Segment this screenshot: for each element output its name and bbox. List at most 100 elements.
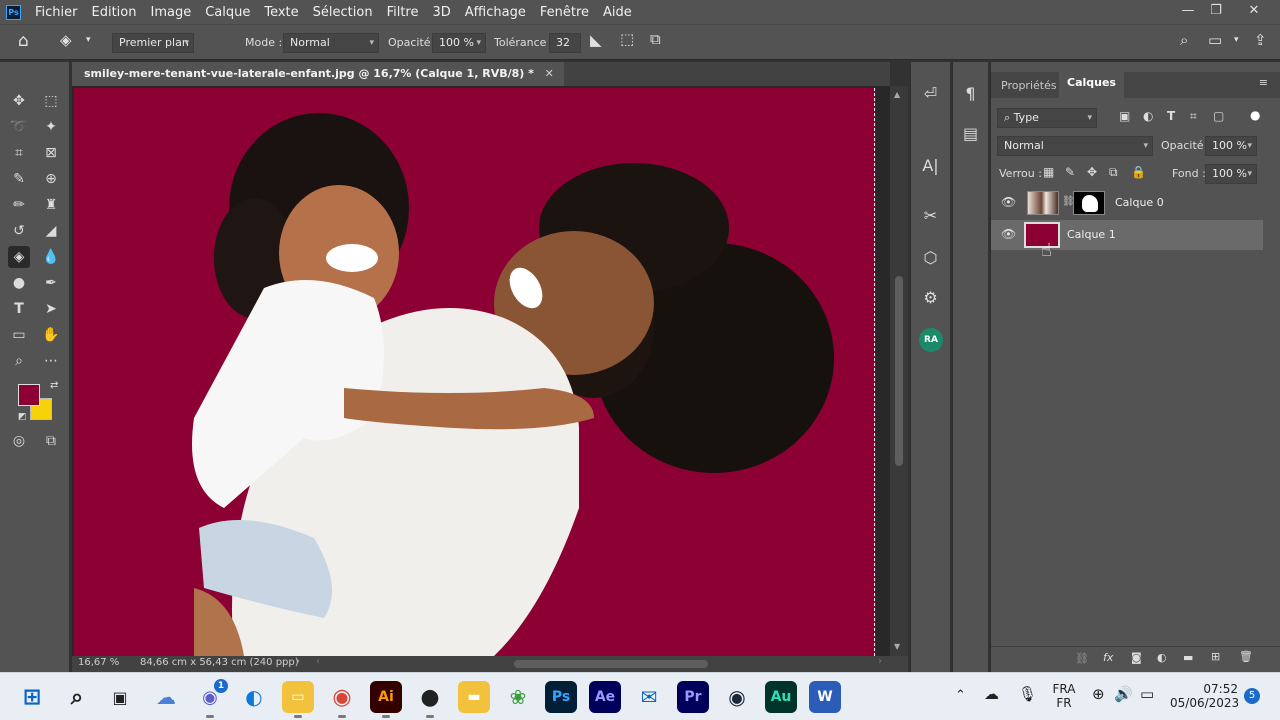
vertical-scrollbar[interactable]: ▲ ▼ <box>890 86 908 656</box>
panel-menu-icon[interactable]: ≡ <box>1259 76 1268 89</box>
screen-mode-icon[interactable]: ⧉ <box>40 430 62 452</box>
language-indicator[interactable]: FRA FR <box>1050 682 1078 710</box>
crop-tool-icon[interactable]: ⌗ <box>8 142 30 164</box>
after-effects-icon[interactable]: Ae <box>589 681 621 713</box>
scroll-down-icon[interactable]: ▼ <box>894 642 900 651</box>
visibility-eye-icon[interactable]: 👁 <box>1001 227 1016 241</box>
lasso-tool-icon[interactable]: ➰ <box>8 116 30 138</box>
menu-fenetre[interactable]: Fenêtre <box>540 5 589 20</box>
widgets-icon[interactable]: ☁ <box>150 681 182 713</box>
contiguous-icon[interactable]: ⬚ <box>620 32 634 47</box>
adjustments-icon[interactable]: ⚙ <box>911 288 950 307</box>
brush-tool-icon[interactable]: ✏ <box>8 194 30 216</box>
layer-mask-thumbnail[interactable] <box>1073 191 1105 215</box>
search-icon[interactable]: ⌕ <box>1180 33 1188 48</box>
file-explorer-icon[interactable]: ▭ <box>282 681 314 718</box>
word-icon[interactable]: W <box>809 681 841 713</box>
edge-icon[interactable]: ◐ <box>238 681 270 713</box>
plugin-ra-icon[interactable]: RA <box>919 328 943 352</box>
filter-shape-icon[interactable]: ⌗ <box>1190 109 1197 124</box>
menu-edition[interactable]: Edition <box>92 5 137 20</box>
add-mask-icon[interactable]: ◙ <box>1131 651 1142 664</box>
battery-icon[interactable]: ▭ <box>1140 687 1154 702</box>
clock[interactable]: 07:52 05/06/2023 <box>1170 682 1239 710</box>
eyedropper-icon[interactable]: ✎ <box>8 168 30 190</box>
tolerance-input[interactable]: 32 <box>549 33 581 53</box>
audition-icon[interactable]: Au <box>765 681 797 713</box>
swap-colors-icon[interactable]: ⇄ <box>50 380 58 391</box>
frame-tool-icon[interactable]: ⊠ <box>40 142 62 164</box>
link-layers-icon[interactable]: ⛓ <box>1075 652 1089 665</box>
adjustment-layer-icon[interactable]: ◐ <box>1157 651 1167 664</box>
search-icon[interactable]: ⌕ <box>61 681 93 713</box>
default-colors-icon[interactable]: ◩ <box>18 412 27 422</box>
steam-icon[interactable]: ◉ <box>721 681 753 713</box>
paint-bucket-tool-icon[interactable]: ◈ <box>8 246 30 268</box>
new-group-icon[interactable]: ▬ <box>1183 651 1193 664</box>
restore-button[interactable]: ❐ <box>1200 0 1232 24</box>
microphone-icon[interactable]: 🎙 <box>1018 687 1037 702</box>
delete-layer-icon[interactable]: 🗑 <box>1239 650 1253 663</box>
share-icon[interactable]: ⇪ <box>1254 33 1267 48</box>
menu-aide[interactable]: Aide <box>603 5 632 20</box>
path-selection-icon[interactable]: ➤ <box>40 298 62 320</box>
mail-icon[interactable]: ✉ <box>633 681 665 713</box>
paint-bucket-icon[interactable]: ◈ <box>60 33 72 48</box>
layer-filter-select[interactable]: ⌕ Type ▾ <box>997 108 1097 128</box>
media-player-icon[interactable]: ● <box>414 681 446 718</box>
filter-type-icon[interactable]: T <box>1167 109 1175 123</box>
filter-smart-object-icon[interactable]: ▢ <box>1213 109 1224 123</box>
close-window-button[interactable]: ✕ <box>1238 0 1270 24</box>
lock-all-icon[interactable]: 🔒 <box>1131 165 1146 179</box>
pen-tool-icon[interactable]: ✒ <box>40 272 62 294</box>
zoom-level[interactable]: 16,67 % <box>78 657 119 668</box>
dodge-tool-icon[interactable]: ● <box>8 272 30 294</box>
paragraph-panel-icon[interactable]: ¶ <box>953 84 988 103</box>
chrome-icon[interactable]: ◉ <box>326 681 358 718</box>
photoshop-taskbar-icon[interactable]: Ps <box>545 681 577 713</box>
blend-mode-select[interactable]: Normal ▾ <box>997 136 1153 156</box>
foreground-color-swatch[interactable] <box>18 384 40 406</box>
notes-panel-icon[interactable]: ▤ <box>953 124 988 143</box>
windows-start-icon[interactable]: ⊞ <box>16 681 48 713</box>
task-view-icon[interactable]: ▣ <box>104 681 136 713</box>
workspace-icon[interactable]: ▭ <box>1208 33 1222 48</box>
zoom-tool-icon[interactable]: ⌕ <box>8 350 30 372</box>
filter-toggle-icon[interactable]: ● <box>1250 108 1260 122</box>
lock-position-icon[interactable]: ✥ <box>1087 165 1097 179</box>
canvas-area[interactable] <box>72 86 890 656</box>
tab-layers[interactable]: Calques <box>1059 72 1124 98</box>
folder-icon[interactable]: ▬ <box>458 681 490 713</box>
tray-chevron-up-icon[interactable]: ⌃ <box>955 689 966 703</box>
illustrator-icon[interactable]: Ai <box>370 681 402 718</box>
fill-source-select[interactable]: Premier plan ▾ <box>112 33 194 53</box>
filter-adjustment-icon[interactable]: ◐ <box>1143 109 1153 123</box>
new-layer-icon[interactable]: ⊞ <box>1211 650 1220 663</box>
scroll-right-icon[interactable]: › <box>878 656 882 667</box>
anti-alias-icon[interactable]: ◣ <box>590 33 602 48</box>
chevron-down-icon[interactable]: ▾ <box>86 36 91 45</box>
home-icon[interactable]: ⌂ <box>18 33 29 50</box>
all-layers-icon[interactable]: ⧉ <box>650 32 661 47</box>
scroll-left-icon[interactable]: ‹ <box>316 656 320 667</box>
tools-preset-icon[interactable]: ✂ <box>911 206 950 225</box>
history-brush-icon[interactable]: ↺ <box>8 220 30 242</box>
status-menu-arrow-icon[interactable]: › <box>296 656 300 667</box>
opacity-input[interactable]: 100 % ▾ <box>432 33 486 53</box>
fill-input[interactable]: 100 % ▾ <box>1205 164 1257 184</box>
menu-fichier[interactable]: Fichier <box>35 5 78 20</box>
menu-3d[interactable]: 3D <box>433 5 451 20</box>
clone-stamp-icon[interactable]: ♜ <box>40 194 62 216</box>
hand-tool-icon[interactable]: ✋ <box>40 324 62 346</box>
scroll-up-icon[interactable]: ▲ <box>894 90 900 99</box>
network-icon[interactable]: ⊕ <box>1092 687 1105 702</box>
menu-calque[interactable]: Calque <box>205 5 250 20</box>
tab-properties[interactable]: Propriétés <box>993 76 1065 102</box>
fx-icon[interactable]: fx <box>1103 651 1113 664</box>
menu-texte[interactable]: Texte <box>264 5 298 20</box>
3d-panel-icon[interactable]: ⬡ <box>911 248 950 267</box>
character-panel-icon[interactable]: A| <box>911 156 950 175</box>
visibility-eye-icon[interactable]: 👁 <box>1001 195 1016 209</box>
document-tab[interactable]: smiley-mere-tenant-vue-laterale-enfant.j… <box>72 62 564 86</box>
teams-icon[interactable]: ◉ 1 <box>194 679 228 718</box>
